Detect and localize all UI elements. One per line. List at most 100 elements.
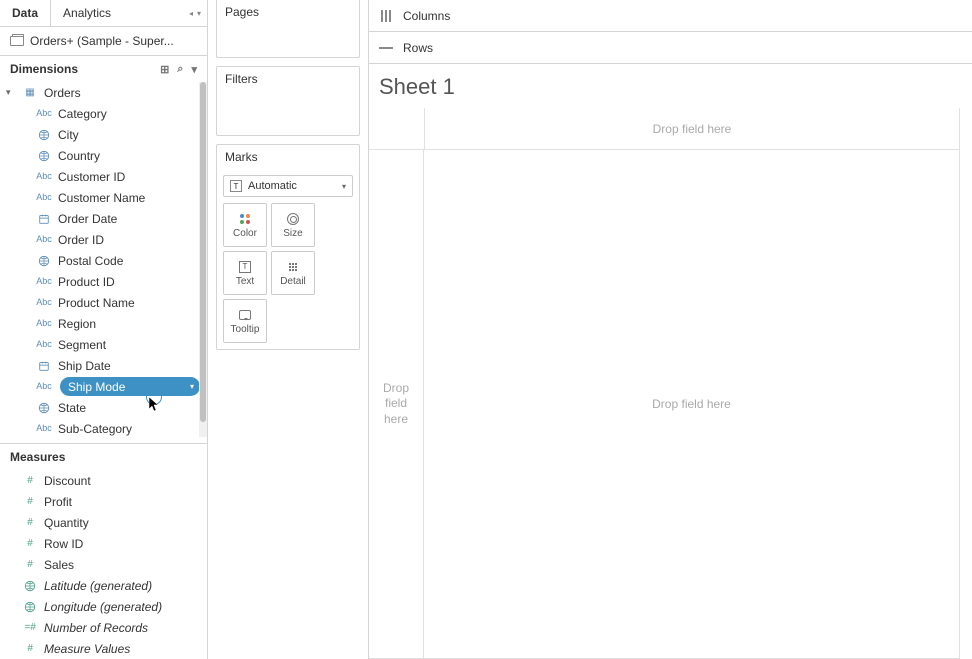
- abc-icon: Abc: [36, 381, 52, 392]
- field-type-icon: Abc: [36, 171, 52, 182]
- dimension-product-name[interactable]: Abc Product Name: [0, 292, 207, 313]
- table-label: Orders: [44, 86, 81, 100]
- dimension-city[interactable]: City: [0, 124, 207, 145]
- text-icon: T: [239, 260, 251, 274]
- measure-quantity[interactable]: # Quantity: [0, 512, 207, 533]
- field-type-icon: #: [22, 517, 38, 528]
- table-icon: ▦: [22, 87, 38, 98]
- color-button[interactable]: Color: [223, 203, 267, 247]
- rows-icon: [379, 46, 393, 50]
- tab-data[interactable]: Data: [0, 0, 50, 26]
- measure-measure-values[interactable]: # Measure Values: [0, 638, 207, 659]
- field-label: City: [58, 128, 79, 142]
- size-icon: [287, 212, 299, 226]
- dimension-postal-code[interactable]: Postal Code: [0, 250, 207, 271]
- datasource-name: Orders+ (Sample - Super...: [30, 34, 174, 48]
- datasource-icon: [10, 36, 24, 46]
- dimensions-scrollbar[interactable]: [199, 82, 207, 437]
- field-type-icon: Abc: [36, 339, 52, 350]
- data-analytics-tabs: Data Analytics: [0, 0, 207, 27]
- dimension-customer-name[interactable]: Abc Customer Name: [0, 187, 207, 208]
- detail-button[interactable]: Detail: [271, 251, 315, 295]
- dimension-segment[interactable]: Abc Segment: [0, 334, 207, 355]
- dimensions-header: Dimensions ⊞ ⌕ ▾: [0, 56, 207, 82]
- dimension-category[interactable]: AbcCategory: [0, 103, 207, 124]
- field-label: Number of Records: [44, 621, 148, 635]
- field-label: Country: [58, 149, 100, 163]
- filters-title: Filters: [217, 67, 359, 91]
- drop-main-hint: Drop field here: [424, 150, 959, 658]
- rows-shelf[interactable]: Rows: [369, 32, 972, 64]
- field-type-icon: #: [22, 643, 38, 654]
- field-type-icon: Abc: [36, 108, 52, 119]
- view-table-icon[interactable]: ⊞: [160, 63, 169, 76]
- field-type-icon: [22, 601, 38, 613]
- filters-card[interactable]: Filters: [216, 66, 360, 136]
- field-pill[interactable]: Ship Mode: [60, 377, 200, 396]
- field-label: Ship Date: [58, 359, 111, 373]
- field-type-icon: [36, 150, 52, 162]
- columns-label: Columns: [403, 9, 450, 23]
- size-button[interactable]: Size: [271, 203, 315, 247]
- tooltip-button[interactable]: Tooltip: [223, 299, 267, 343]
- drop-rows-hint: Drop field here: [369, 150, 424, 658]
- viz-container: Sheet 1 Drop field here Drop field here …: [369, 64, 972, 659]
- scrollbar-thumb[interactable]: [200, 82, 206, 422]
- field-type-icon: #: [22, 538, 38, 549]
- field-type-icon: Abc: [36, 276, 52, 287]
- field-label: Sales: [44, 558, 74, 572]
- field-label: Measure Values: [44, 642, 130, 656]
- marks-card: Marks T Automatic Color Size T Text: [216, 144, 360, 350]
- search-icon[interactable]: ⌕: [177, 63, 183, 76]
- dimension-state[interactable]: State: [0, 397, 207, 418]
- tab-analytics[interactable]: Analytics: [50, 0, 207, 26]
- chevron-down-icon: ▾: [6, 87, 16, 98]
- measure-row-id[interactable]: #Row ID: [0, 533, 207, 554]
- dimension-region[interactable]: AbcRegion: [0, 313, 207, 334]
- mark-type-label: Automatic: [248, 180, 297, 192]
- field-type-icon: Abc: [36, 192, 52, 203]
- table-orders[interactable]: ▾ ▦ Orders: [0, 82, 207, 103]
- measure-discount[interactable]: #Discount: [0, 470, 207, 491]
- viz-drop-area[interactable]: Drop field here Drop field here Drop fie…: [369, 108, 960, 659]
- field-type-icon: Abc: [36, 297, 52, 308]
- field-type-icon: [36, 402, 52, 414]
- field-label: Sub-Category: [58, 422, 132, 436]
- dimension-sub-category[interactable]: Abc Sub-Category: [0, 418, 207, 439]
- dimension-ship-mode[interactable]: Abc Ship Mode: [0, 376, 207, 397]
- field-label: Postal Code: [58, 254, 123, 268]
- tooltip-icon: [239, 308, 251, 322]
- measure-number-of-records[interactable]: =#Number of Records: [0, 617, 207, 638]
- field-label: Profit: [44, 495, 72, 509]
- field-label: Quantity: [44, 516, 89, 530]
- field-label: Latitude (generated): [44, 579, 152, 593]
- text-button[interactable]: T Text: [223, 251, 267, 295]
- dimension-ship-date[interactable]: Ship Date: [0, 355, 207, 376]
- field-label: Segment: [58, 338, 106, 352]
- sheet-title[interactable]: Sheet 1: [369, 74, 960, 100]
- cards-column: Pages Filters Marks T Automatic Color Si…: [208, 0, 368, 659]
- datasource-row[interactable]: Orders+ (Sample - Super...: [0, 27, 207, 56]
- field-type-icon: [36, 360, 52, 372]
- field-label: Product Name: [58, 296, 135, 310]
- dimension-order-id[interactable]: AbcOrder ID: [0, 229, 207, 250]
- dimension-order-date[interactable]: Order Date: [0, 208, 207, 229]
- pages-card[interactable]: Pages: [216, 0, 360, 58]
- color-icon: [240, 212, 250, 226]
- dimension-customer-id[interactable]: AbcCustomer ID: [0, 166, 207, 187]
- field-type-icon: #: [22, 559, 38, 570]
- measure-longitude-generated-[interactable]: Longitude (generated): [0, 596, 207, 617]
- measure-latitude-generated-[interactable]: Latitude (generated): [0, 575, 207, 596]
- measures-header: Measures: [0, 444, 207, 470]
- columns-shelf[interactable]: Columns: [369, 0, 972, 32]
- detail-icon: [289, 260, 297, 274]
- field-label: Customer Name: [58, 191, 145, 205]
- measure-sales[interactable]: # Sales: [0, 554, 207, 575]
- dimension-country[interactable]: Country: [0, 145, 207, 166]
- field-type-icon: Abc: [36, 423, 52, 434]
- measure-profit[interactable]: #Profit: [0, 491, 207, 512]
- pages-title: Pages: [217, 0, 359, 24]
- dimension-product-id[interactable]: AbcProduct ID: [0, 271, 207, 292]
- mark-type-select[interactable]: T Automatic: [223, 175, 353, 197]
- menu-dropdown-icon[interactable]: ▾: [191, 63, 197, 76]
